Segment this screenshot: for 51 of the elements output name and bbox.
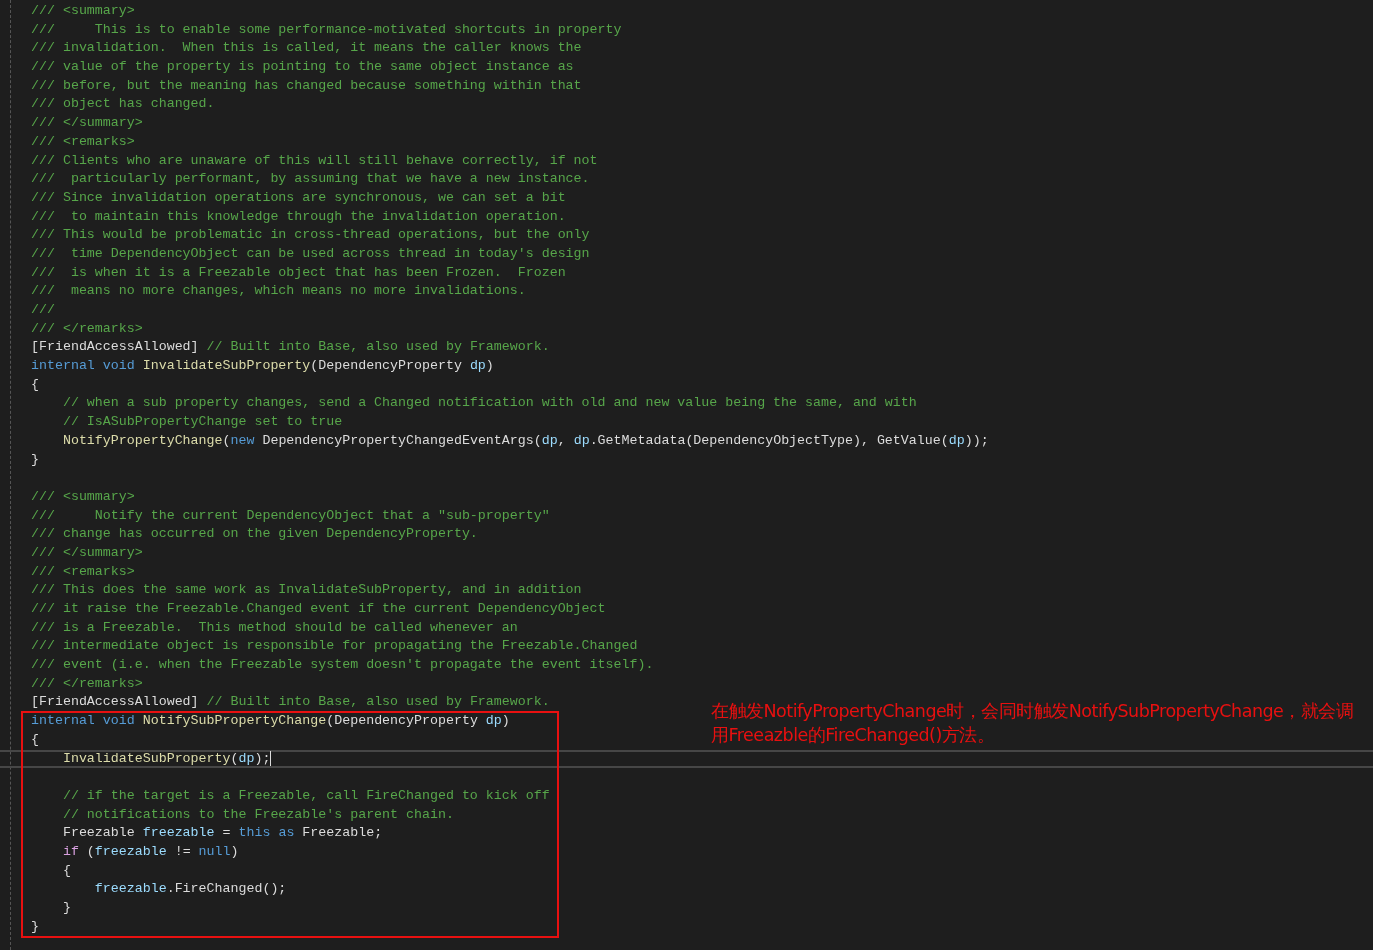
code-line: // when a sub property changes, send a Changed notification with old and new value being the same, and with: [61, 394, 917, 413]
code-line: /// invalidation. When this is called, it means the caller knows the: [31, 39, 582, 58]
code-line: {: [31, 375, 39, 394]
code-line: Freezable freezable = this as Freezable;: [61, 824, 383, 843]
code-line: /// This would be problematic in cross-thread operations, but the only: [31, 226, 590, 245]
code-line: /// object has changed.: [31, 95, 215, 114]
code-line: [FriendAccessAllowed] // Built into Base, also used by Framework.: [31, 338, 550, 357]
code-line: /// event (i.e. when the Freezable system doesn't propagate the event itself).: [31, 656, 654, 675]
code-line: // IsASubPropertyChange set to true: [61, 413, 343, 432]
code-line: /// intermediate object is responsible for propagating the Freezable.Changed: [31, 637, 638, 656]
code-line: /// to maintain this knowledge through the invalidation operation.: [31, 207, 566, 226]
code-line: /// means no more changes, which means no more invalidations.: [31, 282, 526, 301]
code-line: {: [31, 730, 39, 749]
code-line: /// Notify the current DependencyObject that a "sub-property": [31, 506, 550, 525]
code-editor[interactable]: [0, 0, 1373, 950]
code-line: /// is a Freezable. This method should be called whenever an: [31, 618, 518, 637]
code-line: ///: [31, 301, 55, 319]
code-line: /// Clients who are unaware of this will still behave correctly, if not: [31, 151, 598, 170]
code-line: [FriendAccessAllowed] // Built into Base, also used by Framework.: [31, 693, 550, 712]
code-line: }: [61, 899, 71, 917]
code-line: {: [61, 861, 71, 880]
text-cursor: [270, 751, 272, 767]
code-line: /// Since invalidation operations are synchronous, we can set a bit: [31, 188, 566, 207]
code-line: /// time DependencyObject can be used across thread in today's design: [31, 244, 590, 263]
code-line: freezable.FireChanged();: [93, 880, 287, 899]
code-line: /// </summary>: [31, 543, 143, 562]
code-line: /// <remarks>: [31, 562, 135, 581]
code-line: /// This does the same work as InvalidateSubProperty, and in addition: [31, 581, 582, 600]
code-line: }: [31, 917, 39, 936]
code-line: /// </remarks>: [31, 674, 143, 693]
code-line: // if the target is a Freezable, call FireChanged to kick off: [61, 786, 550, 805]
code-line: /// change has occurred on the given DependencyProperty.: [31, 525, 478, 544]
code-line: /// <remarks>: [31, 132, 135, 151]
code-line: internal void NotifySubPropertyChange(DependencyProperty dp): [31, 712, 510, 731]
code-line: NotifyPropertyChange(new DependencyPropertyChangedEventArgs(dp, dp.GetMetadata(DependencyObjectType), GetValue(dp));: [61, 431, 989, 450]
code-line: /// before, but the meaning has changed because something within that: [31, 76, 582, 95]
code-line: /// This is to enable some performance-motivated shortcuts in property: [31, 20, 622, 39]
code-line: InvalidateSubProperty(dp);: [61, 749, 271, 768]
code-line: // notifications to the Freezable's parent chain.: [61, 805, 454, 824]
code-line: }: [31, 450, 39, 469]
code-line: /// it raise the Freezable.Changed event if the current DependencyObject: [31, 600, 606, 618]
code-line: /// particularly performant, by assuming that we have a new instance.: [31, 170, 590, 189]
code-line: /// is when it is a Freezable object that has been Frozen. Frozen: [31, 263, 566, 282]
code-line: /// <summary>: [31, 2, 135, 20]
code-line: /// value of the property is pointing to the same object instance as: [31, 58, 574, 77]
code-line: if (freezable != null): [61, 842, 239, 861]
code-line: /// <summary>: [31, 487, 135, 506]
code-line: /// </remarks>: [31, 319, 143, 338]
annotation-text: 在触发NotifyPropertyChange时，会同时触发NotifySubPropertyChange，就会调用Freeazble的FireChanged()方法。: [711, 700, 1355, 747]
code-line: /// </summary>: [31, 114, 143, 133]
code-line: internal void InvalidateSubProperty(DependencyProperty dp): [31, 357, 494, 376]
